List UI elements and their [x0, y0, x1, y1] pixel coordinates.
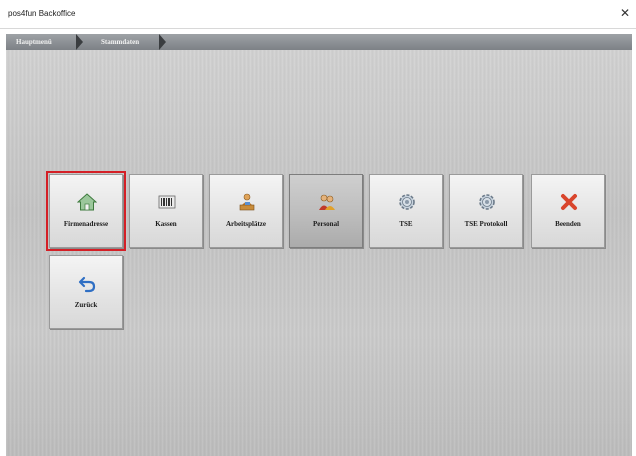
close-icon[interactable]: ✕	[620, 6, 630, 20]
tile-tse-protokoll[interactable]: TSE Protokoll	[449, 174, 523, 248]
tile-label: TSE Protokoll	[464, 220, 508, 228]
window-title: pos4fun Backoffice	[8, 9, 76, 18]
tile-label: Arbeitsplätze	[225, 220, 267, 228]
tile-tse[interactable]: TSE	[369, 174, 443, 248]
tile-label: Personal	[312, 220, 340, 228]
tile-beenden[interactable]: Beenden	[531, 174, 605, 248]
workspace: Firmenadresse Kassen Arbeitsplätze Perso…	[6, 50, 632, 456]
tile-label: Firmenadresse	[63, 220, 109, 228]
tile-kassen[interactable]: Kassen	[129, 174, 203, 248]
tile-zurueck[interactable]: Zurück	[49, 255, 123, 329]
breadcrumb-separator-icon	[159, 34, 166, 50]
breadcrumb-item-stammdaten[interactable]: Stammdaten	[101, 34, 139, 50]
barcode-icon	[158, 195, 176, 209]
tile-personal[interactable]: Personal	[289, 174, 363, 248]
close-x-icon	[561, 194, 577, 210]
breadcrumb: Hauptmenü Stammdaten	[6, 34, 632, 50]
workstation-icon	[239, 193, 255, 211]
breadcrumb-item-hauptmenue[interactable]: Hauptmenü	[16, 34, 52, 50]
tile-label: Zurück	[74, 301, 98, 309]
breadcrumb-separator-icon	[76, 34, 83, 50]
title-bar: pos4fun Backoffice ✕	[0, 0, 636, 29]
people-icon	[319, 194, 335, 210]
gear-icon	[399, 194, 415, 210]
tile-label: Beenden	[555, 220, 581, 228]
house-icon	[77, 193, 97, 211]
gear-icon	[479, 194, 495, 210]
back-arrow-icon	[78, 276, 96, 293]
tile-arbeitsplaetze[interactable]: Arbeitsplätze	[209, 174, 283, 248]
tile-firmenadresse[interactable]: Firmenadresse	[46, 171, 126, 251]
tile-label: Kassen	[155, 220, 177, 228]
tile-label: TSE	[399, 220, 413, 228]
